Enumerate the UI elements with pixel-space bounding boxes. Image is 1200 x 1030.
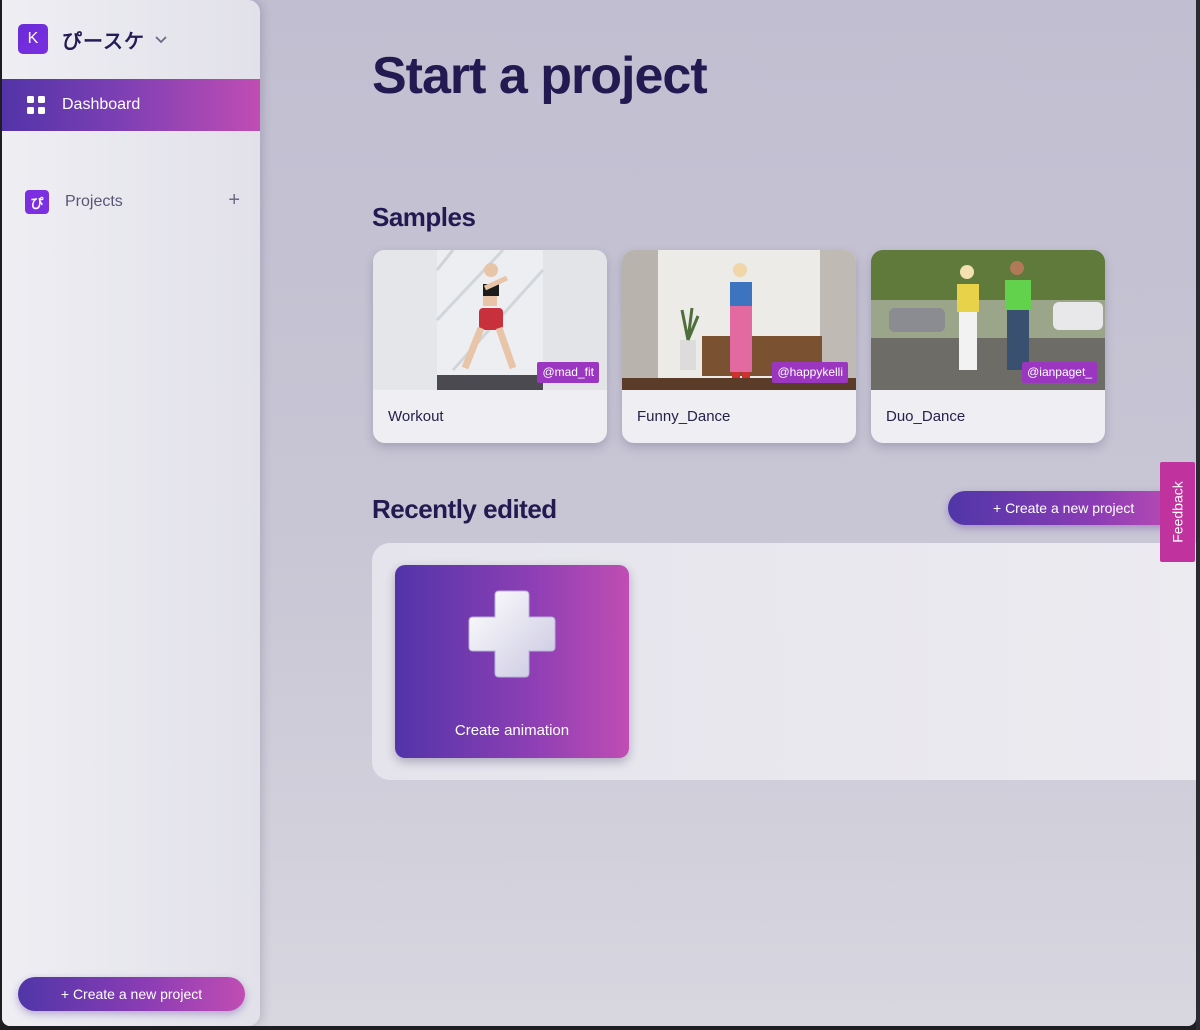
sample-card-duo-dance[interactable]: @ianpaget_ Duo_Dance [871, 250, 1105, 443]
create-animation-card[interactable]: Create animation [395, 565, 629, 758]
workspace-switcher[interactable]: K ぴースケ [18, 24, 167, 54]
projects-icon: ぴ [25, 190, 49, 214]
workspace-avatar: K [18, 24, 48, 54]
add-project-icon[interactable]: + [228, 189, 240, 212]
recently-edited-heading: Recently edited [372, 494, 557, 524]
page-title: Start a project [372, 47, 708, 105]
sidebar: K ぴースケ Dashboard ぴ Projects + + Create a… [2, 0, 260, 1026]
dashboard-grid-icon [27, 96, 45, 114]
workspace-name: ぴースケ [62, 28, 145, 53]
sample-name: Funny_Dance [637, 408, 731, 425]
sample-name: Duo_Dance [886, 408, 966, 425]
feedback-tab[interactable]: Feedback [1160, 462, 1195, 562]
creator-credit-badge: @mad_fit [537, 362, 599, 383]
creator-credit-badge: @ianpaget_ [1022, 362, 1097, 383]
sidebar-item-projects[interactable]: ぴ Projects + [2, 188, 260, 216]
sample-name: Workout [388, 408, 444, 425]
samples-heading: Samples [372, 202, 476, 232]
sidebar-item-label: Dashboard [62, 96, 141, 113]
sample-thumbnail: @happykelli [622, 250, 856, 390]
create-project-button-main[interactable]: + Create a new project [948, 491, 1188, 525]
creator-credit-badge: @happykelli [772, 362, 848, 383]
create-animation-label: Create animation [454, 722, 570, 739]
chevron-down-icon [155, 31, 167, 47]
window-edge [1196, 0, 1200, 1030]
sample-card-funny-dance[interactable]: @happykelli Funny_Dance [622, 250, 856, 443]
create-project-button[interactable]: + Create a new project [18, 977, 245, 1011]
sample-thumbnail: @ianpaget_ [871, 250, 1105, 390]
sidebar-item-label: Projects [65, 193, 123, 210]
sidebar-item-dashboard[interactable]: Dashboard [2, 79, 260, 131]
feedback-label: Feedback [1169, 481, 1186, 543]
sample-thumbnail: @mad_fit [373, 250, 607, 390]
sample-card-workout[interactable]: @mad_fit Workout [373, 250, 607, 443]
plus-icon [465, 587, 559, 681]
app-window: K ぴースケ Dashboard ぴ Projects + + Create a… [2, 0, 1196, 1026]
